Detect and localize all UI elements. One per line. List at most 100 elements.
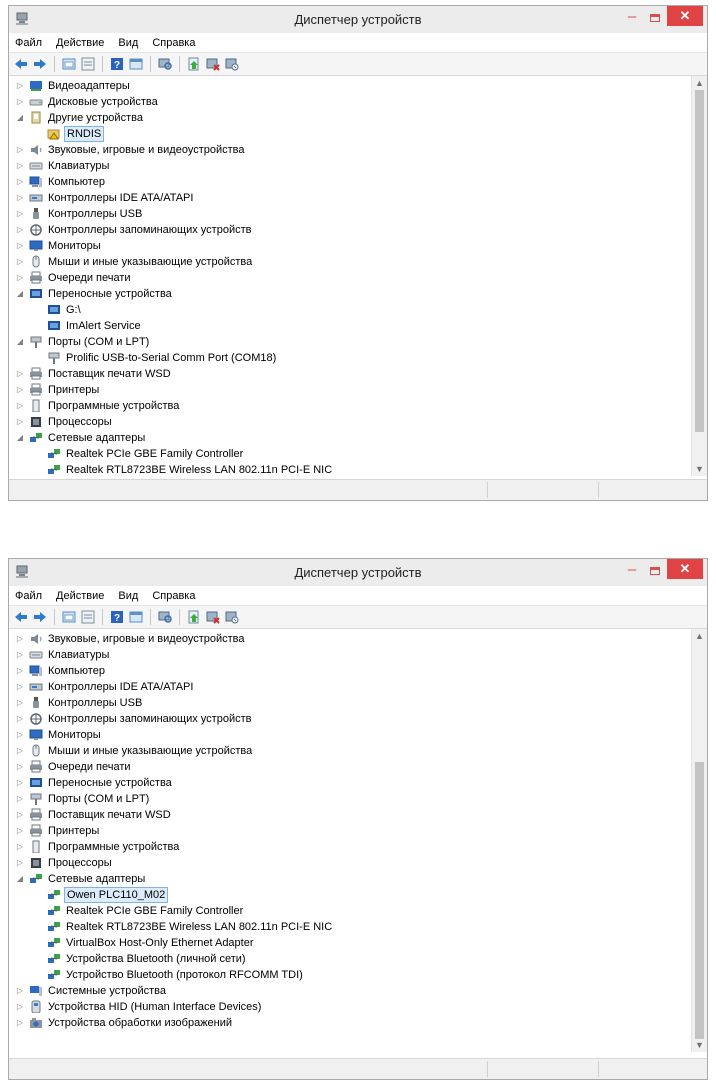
device-category-row[interactable]: ▷ Поставщик печати WSD <box>9 366 692 382</box>
expand-arrow-icon[interactable]: ▷ <box>15 679 25 695</box>
menu-file[interactable]: Файл <box>15 590 42 602</box>
help-icon[interactable]: ? <box>109 56 125 72</box>
scan-hardware-icon[interactable] <box>157 56 173 72</box>
device-category-row[interactable]: ▷ Клавиатуры <box>9 158 692 174</box>
scrollbar-thumb[interactable] <box>695 762 704 1039</box>
device-category-row[interactable]: ▷ Контроллеры запоминающих устройств <box>9 711 692 727</box>
expand-arrow-icon[interactable]: ▷ <box>15 174 25 190</box>
expand-arrow-icon[interactable]: ▷ <box>15 398 25 414</box>
close-button[interactable]: ✕ <box>667 559 703 579</box>
expand-arrow-icon[interactable]: ▷ <box>15 743 25 759</box>
expand-arrow-icon[interactable]: ▷ <box>15 791 25 807</box>
device-category-row[interactable]: ▷ Клавиатуры <box>9 647 692 663</box>
device-row[interactable]: G:\ <box>9 302 692 318</box>
expand-arrow-icon[interactable]: ▷ <box>15 999 25 1015</box>
device-category-row[interactable]: ▷ Поставщик печати WSD <box>9 807 692 823</box>
expand-arrow-icon[interactable]: ▷ <box>15 1015 25 1031</box>
device-category-row[interactable]: ▷ Принтеры <box>9 823 692 839</box>
collapse-arrow-icon[interactable]: ◢ <box>15 334 25 350</box>
expand-arrow-icon[interactable]: ▷ <box>15 158 25 174</box>
device-row[interactable]: Realtek PCIe GBE Family Controller <box>9 903 692 919</box>
expand-arrow-icon[interactable]: ▷ <box>15 823 25 839</box>
device-row[interactable]: VirtualBox Host-Only Ethernet Adapter <box>9 935 692 951</box>
device-category-row[interactable]: ▷ Контроллеры USB <box>9 695 692 711</box>
help-icon[interactable]: ? <box>109 609 125 625</box>
device-category-row[interactable]: ▷ Звуковые, игровые и видеоустройства <box>9 631 692 647</box>
minimize-button[interactable]: – <box>621 562 643 580</box>
device-category-row[interactable]: ▷ Принтеры <box>9 382 692 398</box>
vertical-scrollbar[interactable]: ▲ ▼ <box>691 76 707 476</box>
expand-arrow-icon[interactable]: ▷ <box>15 983 25 999</box>
device-row[interactable]: Устройства Bluetooth (личной сети) <box>9 951 692 967</box>
uninstall-icon[interactable] <box>205 56 221 72</box>
scroll-up-arrow-icon[interactable]: ▲ <box>692 629 707 643</box>
device-category-row[interactable]: ▷ Процессоры <box>9 855 692 871</box>
back-icon[interactable] <box>13 609 29 625</box>
disable-icon[interactable] <box>224 609 240 625</box>
device-category-row[interactable]: ▷ Очереди печати <box>9 759 692 775</box>
collapse-arrow-icon[interactable]: ◢ <box>15 286 25 302</box>
expand-arrow-icon[interactable]: ▷ <box>15 94 25 110</box>
maximize-button[interactable] <box>645 9 665 27</box>
forward-icon[interactable] <box>32 56 48 72</box>
properties-icon[interactable] <box>80 56 96 72</box>
device-category-row[interactable]: ▷ Контроллеры USB <box>9 206 692 222</box>
expand-arrow-icon[interactable]: ▷ <box>15 366 25 382</box>
expand-arrow-icon[interactable]: ▷ <box>15 775 25 791</box>
maximize-button[interactable] <box>645 562 665 580</box>
disable-icon[interactable] <box>224 56 240 72</box>
device-category-row[interactable]: ◢ Другие устройства <box>9 110 692 126</box>
menu-file[interactable]: Файл <box>15 37 42 49</box>
view-icon[interactable] <box>128 609 144 625</box>
expand-arrow-icon[interactable]: ▷ <box>15 631 25 647</box>
back-icon[interactable] <box>13 56 29 72</box>
menu-view[interactable]: Вид <box>118 590 138 602</box>
device-category-row[interactable]: ◢ Сетевые адаптеры <box>9 430 692 446</box>
menu-help[interactable]: Справка <box>152 37 195 49</box>
scroll-down-arrow-icon[interactable]: ▼ <box>692 462 707 476</box>
forward-icon[interactable] <box>32 609 48 625</box>
menu-view[interactable]: Вид <box>118 37 138 49</box>
device-category-row[interactable]: ▷ Контроллеры запоминающих устройств <box>9 222 692 238</box>
expand-arrow-icon[interactable]: ▷ <box>15 190 25 206</box>
device-category-row[interactable]: ▷ Дисковые устройства <box>9 94 692 110</box>
device-category-row[interactable]: ◢ Переносные устройства <box>9 286 692 302</box>
device-row[interactable]: Realtek RTL8723BE Wireless LAN 802.11n P… <box>9 919 692 935</box>
expand-arrow-icon[interactable]: ▷ <box>15 647 25 663</box>
device-category-row[interactable]: ▷ Мыши и иные указывающие устройства <box>9 743 692 759</box>
device-category-row[interactable]: ▷ Видеоадаптеры <box>9 78 692 94</box>
update-driver-icon[interactable] <box>186 56 202 72</box>
vertical-scrollbar[interactable]: ▲ ▼ <box>691 629 707 1052</box>
device-tree-view[interactable]: ▷ Видеоадаптеры ▷ Дисковые устройства ◢ Други… <box>9 76 707 476</box>
menu-help[interactable]: Справка <box>152 590 195 602</box>
update-driver-icon[interactable] <box>186 609 202 625</box>
device-category-row[interactable]: ▷ Мониторы <box>9 238 692 254</box>
expand-arrow-icon[interactable]: ▷ <box>15 807 25 823</box>
menu-action[interactable]: Действие <box>56 590 104 602</box>
expand-arrow-icon[interactable]: ▷ <box>15 238 25 254</box>
device-category-row[interactable]: ▷ Порты (COM и LPT) <box>9 791 692 807</box>
expand-arrow-icon[interactable]: ▷ <box>15 663 25 679</box>
scrollbar-thumb[interactable] <box>695 90 704 432</box>
device-row[interactable]: RNDIS <box>9 126 692 142</box>
expand-arrow-icon[interactable]: ▷ <box>15 414 25 430</box>
device-category-row[interactable]: ▷ Устройства обработки изображений <box>9 1015 692 1031</box>
device-category-row[interactable]: ▷ Устройства HID (Human Interface Devices… <box>9 999 692 1015</box>
show-hidden-icon[interactable] <box>61 56 77 72</box>
close-button[interactable]: ✕ <box>667 6 703 26</box>
expand-arrow-icon[interactable]: ▷ <box>15 855 25 871</box>
scroll-up-arrow-icon[interactable]: ▲ <box>692 76 707 90</box>
device-row[interactable]: Устройство Bluetooth (протокол RFCOMM TD… <box>9 967 692 983</box>
show-hidden-icon[interactable] <box>61 609 77 625</box>
minimize-button[interactable]: – <box>621 9 643 27</box>
device-category-row[interactable]: ▷ Переносные устройства <box>9 775 692 791</box>
device-category-row[interactable]: ▷ Очереди печати <box>9 270 692 286</box>
expand-arrow-icon[interactable]: ▷ <box>15 727 25 743</box>
collapse-arrow-icon[interactable]: ◢ <box>15 871 25 887</box>
device-row[interactable]: ImAlert Service <box>9 318 692 334</box>
expand-arrow-icon[interactable]: ▷ <box>15 222 25 238</box>
device-row[interactable]: Prolific USB-to-Serial Comm Port (COM18) <box>9 350 692 366</box>
expand-arrow-icon[interactable]: ▷ <box>15 142 25 158</box>
device-row[interactable]: Realtek PCIe GBE Family Controller <box>9 446 692 462</box>
expand-arrow-icon[interactable]: ▷ <box>15 711 25 727</box>
